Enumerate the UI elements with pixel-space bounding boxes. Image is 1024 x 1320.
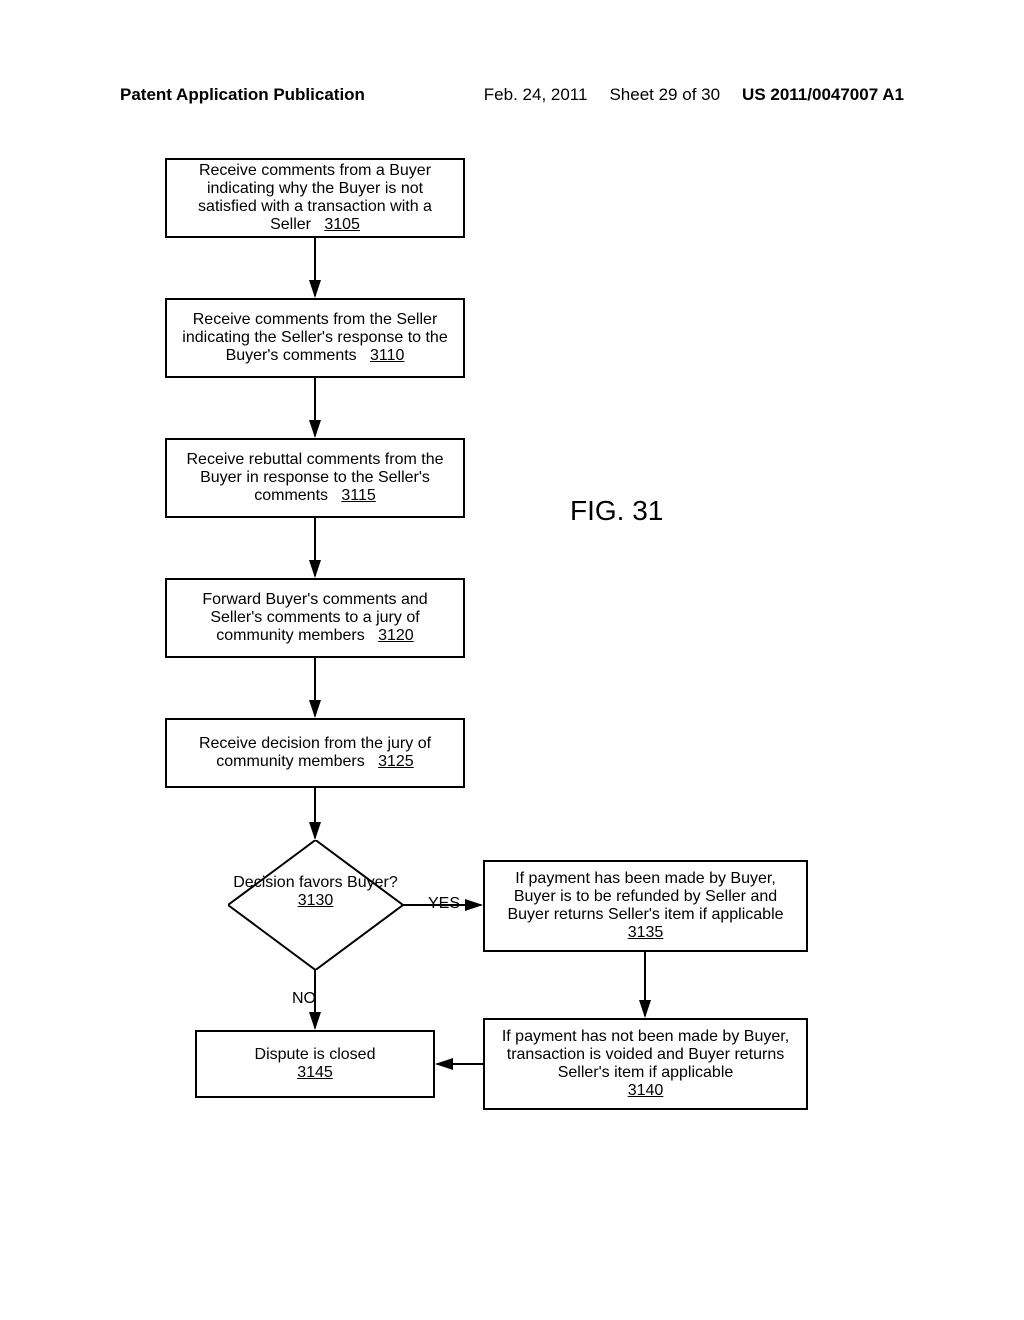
decision-ref: 3130 xyxy=(228,892,403,910)
page-header: Patent Application Publication Feb. 24, … xyxy=(0,85,1024,105)
decision-text: Decision favors Buyer? xyxy=(228,874,403,892)
step-3105: Receive comments from a Buyer indicating… xyxy=(165,158,465,238)
step-3120: Forward Buyer's comments and Seller's co… xyxy=(165,578,465,658)
figure-label: FIG. 31 xyxy=(570,495,663,527)
step-3125: Receive decision from the jury of commun… xyxy=(165,718,465,788)
step-text: Dispute is closed xyxy=(255,1046,376,1063)
step-text: If payment has been made by Buyer, Buyer… xyxy=(507,870,783,923)
step-ref: 3145 xyxy=(297,1064,333,1081)
step-text: Receive comments from the Seller indicat… xyxy=(182,311,447,364)
sheet-number: Sheet 29 of 30 xyxy=(609,85,720,105)
step-text: If payment has not been made by Buyer, t… xyxy=(502,1028,789,1081)
step-ref: 3120 xyxy=(378,627,414,644)
step-3115: Receive rebuttal comments from the Buyer… xyxy=(165,438,465,518)
decision-yes-label: YES xyxy=(428,895,460,913)
publication-date: Feb. 24, 2011 xyxy=(484,85,588,105)
decision-no-label: NO xyxy=(292,990,316,1008)
step-ref: 3135 xyxy=(628,924,664,941)
step-3135: If payment has been made by Buyer, Buyer… xyxy=(483,860,808,952)
step-ref: 3105 xyxy=(324,216,360,233)
step-text: Receive comments from a Buyer indicating… xyxy=(198,162,432,233)
step-text: Receive rebuttal comments from the Buyer… xyxy=(187,451,444,504)
step-ref: 3125 xyxy=(378,753,414,770)
document-number: US 2011/0047007 A1 xyxy=(742,85,904,105)
step-3110: Receive comments from the Seller indicat… xyxy=(165,298,465,378)
flow-arrows xyxy=(0,0,1024,1320)
publication-label: Patent Application Publication xyxy=(120,85,365,105)
decision-3130: Decision favors Buyer? 3130 xyxy=(228,840,403,970)
step-3145: Dispute is closed 3145 xyxy=(195,1030,435,1098)
step-ref: 3115 xyxy=(341,487,375,504)
step-3140: If payment has not been made by Buyer, t… xyxy=(483,1018,808,1110)
step-ref: 3140 xyxy=(628,1082,664,1099)
step-ref: 3110 xyxy=(370,347,404,364)
